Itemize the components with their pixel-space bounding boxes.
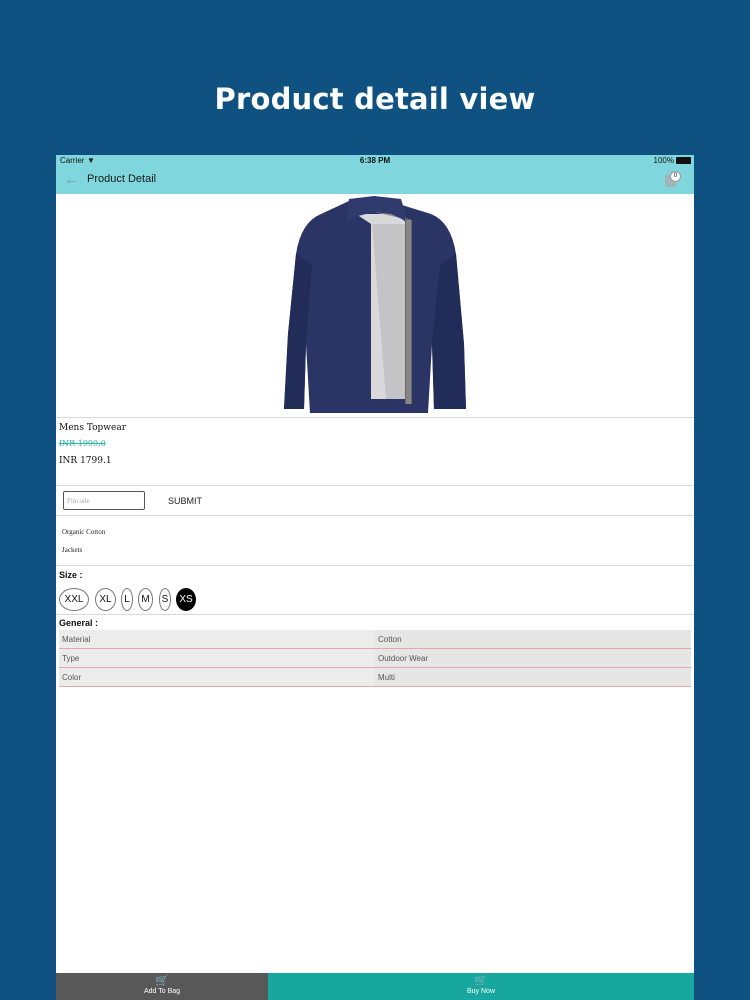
product-image <box>56 194 694 417</box>
table-row: Type Outdoor Wear <box>59 649 691 668</box>
status-bar: Carrier ▼ 6:38 PM 100% <box>56 155 694 167</box>
table-row: Material Cotton <box>59 630 691 649</box>
pincode-input[interactable] <box>63 491 145 510</box>
bottom-action-bar: 🛒 Add To Bag 🛒 Buy Now <box>56 973 694 1000</box>
cart-add-icon: 🛒 <box>155 975 169 987</box>
divider <box>56 515 694 516</box>
nav-bar: ← Product Detail 0 <box>56 167 694 194</box>
bag-count-badge: 0 <box>670 171 681 182</box>
spec-table: Material Cotton Type Outdoor Wear Color … <box>59 630 691 687</box>
battery-percent: 100% <box>653 156 674 165</box>
size-option-xxl[interactable]: XXL <box>59 588 89 611</box>
promo-title: Product detail view <box>214 82 536 116</box>
add-to-bag-button[interactable]: 🛒 Add To Bag <box>56 973 268 1000</box>
spec-value: Outdoor Wear <box>375 649 691 667</box>
spec-value: Multi <box>375 668 691 686</box>
divider <box>56 565 694 566</box>
back-arrow-icon[interactable]: ← <box>64 171 79 188</box>
size-option-s[interactable]: S <box>159 588 171 611</box>
buy-now-button[interactable]: 🛒 Buy Now <box>268 973 694 1000</box>
product-category: Mens Topwear <box>59 423 126 433</box>
spec-value: Cotton <box>375 630 691 648</box>
divider <box>56 614 694 615</box>
divider <box>56 417 694 418</box>
cart-fast-icon: 🛒 <box>474 975 488 987</box>
jacket-image <box>284 196 466 413</box>
battery-icon <box>676 157 691 164</box>
sale-price: INR 1799.1 <box>59 456 112 466</box>
size-option-m[interactable]: M <box>138 588 153 611</box>
size-option-xl[interactable]: XL <box>95 588 116 611</box>
pincode-submit-button[interactable]: SUBMIT <box>168 496 202 506</box>
size-heading: Size : <box>59 570 83 580</box>
original-price: INR 1999.0 <box>59 439 106 448</box>
table-row: Color Multi <box>59 668 691 687</box>
divider <box>56 485 694 486</box>
spec-key: Material <box>59 630 375 648</box>
status-time: 6:38 PM <box>359 156 391 165</box>
add-to-bag-label: Add To Bag <box>143 988 181 995</box>
spec-key: Color <box>59 668 375 686</box>
tag-material: Organic Cotton <box>62 528 106 536</box>
size-option-xs[interactable]: XS <box>176 588 196 611</box>
device-screen: Carrier ▼ 6:38 PM 100% ← Product Detail … <box>56 155 694 1000</box>
tag-category: Jackets <box>62 546 83 554</box>
buy-now-label: Buy Now <box>466 988 495 995</box>
spec-key: Type <box>59 649 375 667</box>
size-option-l[interactable]: L <box>121 588 133 611</box>
general-heading: General : <box>59 618 99 628</box>
page-title: Product Detail <box>87 173 157 185</box>
